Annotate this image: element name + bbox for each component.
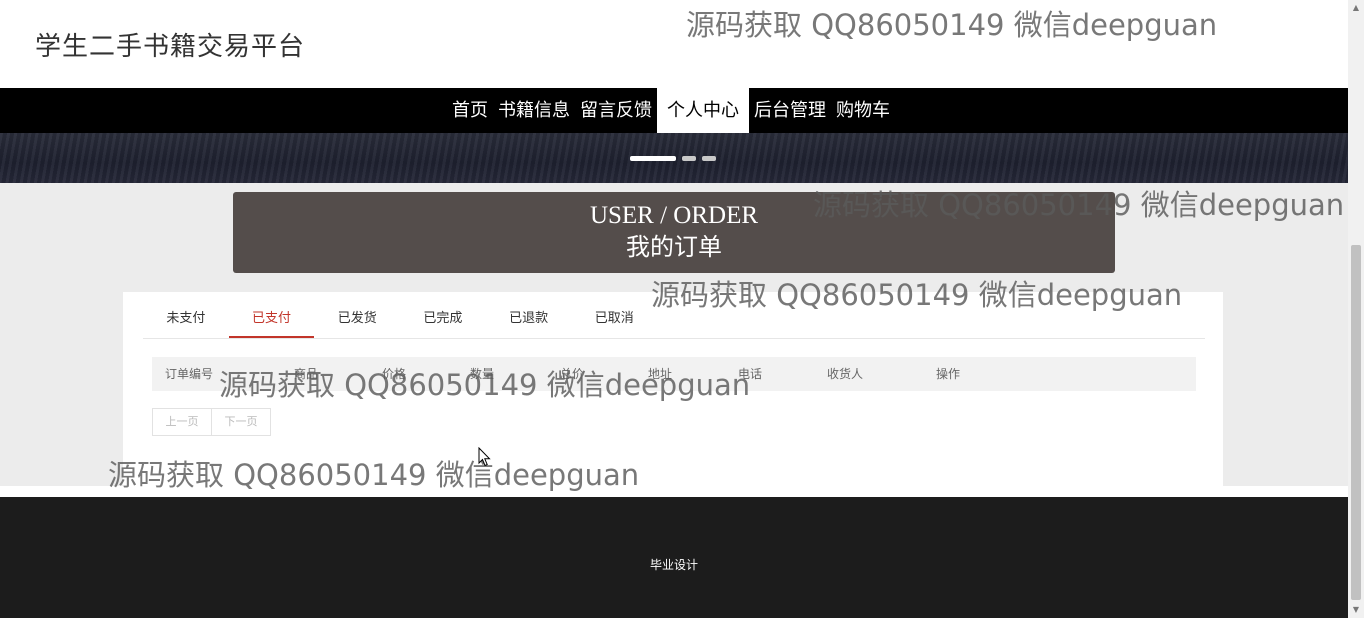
watermark: 源码获取 QQ86050149 微信deepguan <box>686 8 1218 42</box>
page: 学生二手书籍交易平台 首页 书籍信息 留言反馈 个人中心 后台管理 购物车 US… <box>0 0 1348 618</box>
tab-cancelled[interactable]: 已取消 <box>571 300 657 338</box>
scroll-down-arrow-icon[interactable]: ▼ <box>1348 602 1364 618</box>
footer: 毕业设计 <box>0 497 1348 618</box>
scroll-up-arrow-icon[interactable]: ▲ <box>1348 0 1364 16</box>
column-header-address: 地址 <box>648 367 673 381</box>
tab-unpaid[interactable]: 未支付 <box>143 300 229 338</box>
order-title-cn: 我的订单 <box>626 233 722 261</box>
column-header-product: 商品 <box>294 367 319 381</box>
tab-completed[interactable]: 已完成 <box>400 300 486 338</box>
site-title: 学生二手书籍交易平台 <box>35 32 306 62</box>
vertical-scrollbar[interactable]: ▲ ▼ <box>1348 0 1364 618</box>
nav-item-home[interactable]: 首页 <box>447 88 493 133</box>
carousel-dot-1[interactable] <box>630 156 676 161</box>
column-header-action: 操作 <box>936 367 961 381</box>
banner-carousel <box>0 133 1348 183</box>
column-header-receiver: 收货人 <box>827 367 864 381</box>
tab-refunded[interactable]: 已退款 <box>486 300 572 338</box>
column-header-price: 价格 <box>382 367 407 381</box>
mouse-cursor-icon <box>478 447 491 467</box>
footer-text: 毕业设计 <box>649 558 698 572</box>
column-header-phone: 电话 <box>738 367 763 381</box>
order-table-header: 订单编号 商品 价格 数量 总价 地址 电话 收货人 操作 <box>152 357 1196 391</box>
carousel-dot-3[interactable] <box>702 156 716 161</box>
nav-item-personal-center[interactable]: 个人中心 <box>657 88 749 133</box>
scrollbar-thumb[interactable] <box>1351 245 1361 600</box>
nav-item-admin[interactable]: 后台管理 <box>749 88 831 133</box>
order-panel: 未支付 已支付 已发货 已完成 已退款 已取消 订单编号 商品 价格 数量 总价… <box>123 292 1223 486</box>
pagination: 上一页 下一页 <box>152 408 271 436</box>
prev-page-button[interactable]: 上一页 <box>152 408 212 436</box>
tab-shipped[interactable]: 已发货 <box>314 300 400 338</box>
carousel-dot-2[interactable] <box>682 156 696 161</box>
nav-item-cart[interactable]: 购物车 <box>831 88 895 133</box>
nav-item-feedback[interactable]: 留言反馈 <box>575 88 657 133</box>
column-header-quantity: 数量 <box>470 367 495 381</box>
tab-paid[interactable]: 已支付 <box>228 300 315 338</box>
main-nav: 首页 书籍信息 留言反馈 个人中心 后台管理 购物车 <box>0 88 1348 133</box>
order-title-en: USER / ORDER <box>589 202 759 229</box>
nav-items: 首页 书籍信息 留言反馈 个人中心 后台管理 购物车 <box>447 88 895 133</box>
order-title-box: USER / ORDER 我的订单 <box>233 192 1115 273</box>
order-status-tabs: 未支付 已支付 已发货 已完成 已退款 已取消 <box>143 300 1205 339</box>
column-header-order-no: 订单编号 <box>165 367 214 381</box>
carousel-indicators <box>630 156 716 161</box>
nav-item-books[interactable]: 书籍信息 <box>493 88 575 133</box>
next-page-button[interactable]: 下一页 <box>211 408 271 436</box>
column-header-total: 总价 <box>560 367 585 381</box>
